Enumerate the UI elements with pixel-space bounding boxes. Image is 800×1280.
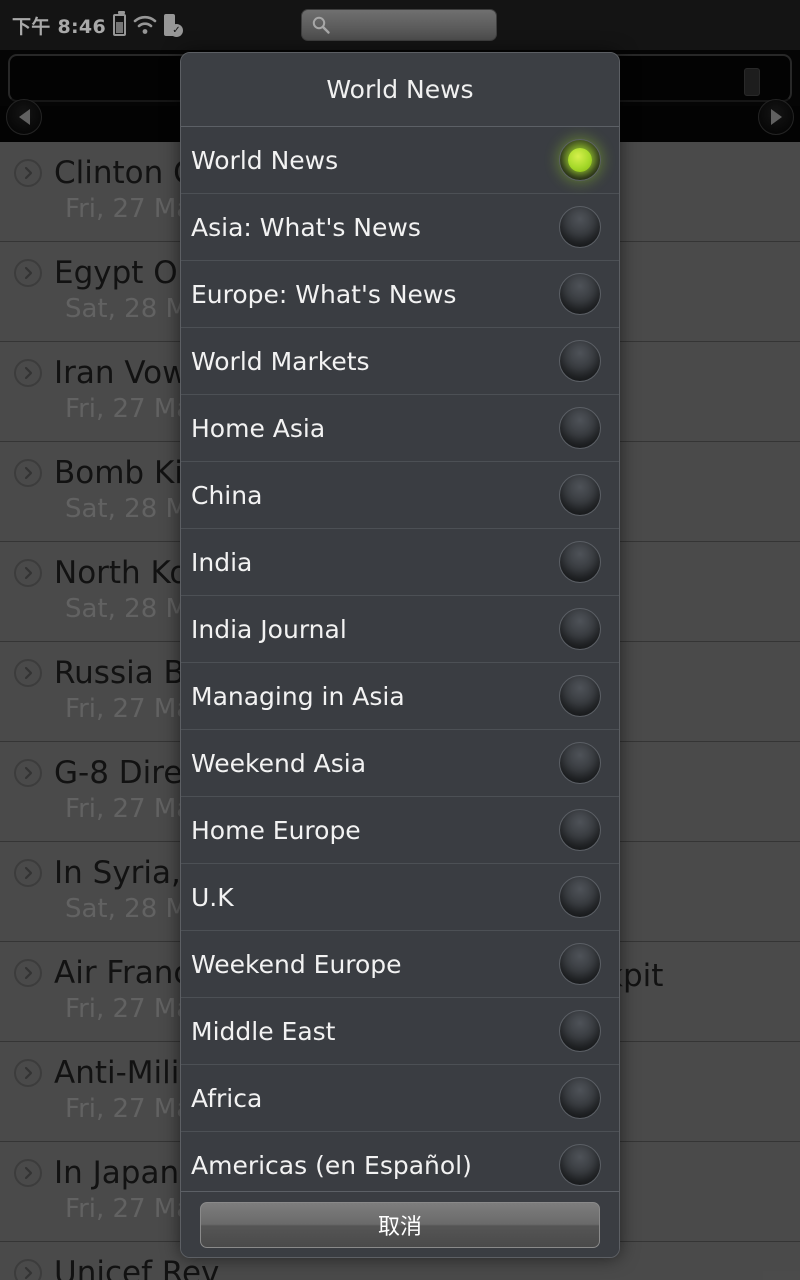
dialog-option-row[interactable]: Weekend Asia xyxy=(181,730,619,797)
dialog-option-row[interactable]: World News xyxy=(181,127,619,194)
dialog-option-row[interactable]: Asia: What's News xyxy=(181,194,619,261)
radio-button[interactable] xyxy=(559,943,601,985)
dialog-option-row[interactable]: Europe: What's News xyxy=(181,261,619,328)
radio-button[interactable] xyxy=(559,340,601,382)
radio-button[interactable] xyxy=(559,206,601,248)
dialog-option-row[interactable]: India Journal xyxy=(181,596,619,663)
dialog-title: World News xyxy=(181,53,619,127)
dialog-option-row[interactable]: China xyxy=(181,462,619,529)
radio-button[interactable] xyxy=(559,608,601,650)
radio-dot xyxy=(568,148,592,172)
cancel-button[interactable]: 取消 xyxy=(200,1201,600,1248)
dialog-option-row[interactable]: Americas (en Español) xyxy=(181,1132,619,1191)
screen-root: Clinton Ge Fri, 27 May 2 Egypt Ope Sat, 28 … xyxy=(0,0,800,1280)
dialog-option-label: Europe: What's News xyxy=(191,279,457,309)
dialog-option-row[interactable]: U.K xyxy=(181,864,619,931)
radio-button-selected[interactable] xyxy=(559,139,601,181)
radio-button[interactable] xyxy=(559,675,601,717)
dialog-option-list[interactable]: World News Asia: What's News Europe: What'… xyxy=(181,127,619,1191)
dialog-option-label: Middle East xyxy=(191,1016,336,1046)
dialog-option-label: World Markets xyxy=(191,346,370,376)
dialog-option-label: Home Europe xyxy=(191,815,361,845)
dialog-option-label: Home Asia xyxy=(191,413,326,443)
dialog-option-label: India xyxy=(191,547,253,577)
dialog-option-row[interactable]: Africa xyxy=(181,1065,619,1132)
dialog-option-label: Asia: What's News xyxy=(191,212,421,242)
dialog-option-label: Managing in Asia xyxy=(191,681,405,711)
radio-button[interactable] xyxy=(559,809,601,851)
radio-button[interactable] xyxy=(559,1010,601,1052)
dialog-option-row[interactable]: Home Asia xyxy=(181,395,619,462)
dialog-footer: 取消 xyxy=(181,1191,619,1257)
dialog-option-label: China xyxy=(191,480,263,510)
dialog-option-label: Weekend Asia xyxy=(191,748,367,778)
dialog-option-label: Americas (en Español) xyxy=(191,1150,472,1180)
dialog-option-label: World News xyxy=(191,145,339,175)
radio-button[interactable] xyxy=(559,474,601,516)
dialog-option-label: Weekend Europe xyxy=(191,949,402,979)
edition-picker-dialog: World News World News Asia: What's News Eu… xyxy=(180,52,620,1258)
dialog-option-label: U.K xyxy=(191,882,234,912)
dialog-option-row[interactable]: World Markets xyxy=(181,328,619,395)
radio-button[interactable] xyxy=(559,742,601,784)
radio-button[interactable] xyxy=(559,1144,601,1186)
dialog-option-row[interactable]: Home Europe xyxy=(181,797,619,864)
dialog-option-label: Africa xyxy=(191,1083,263,1113)
dialog-option-row[interactable]: Weekend Europe xyxy=(181,931,619,998)
dialog-option-row[interactable]: Middle East xyxy=(181,998,619,1065)
radio-button[interactable] xyxy=(559,1077,601,1119)
radio-button[interactable] xyxy=(559,273,601,315)
radio-button[interactable] xyxy=(559,407,601,449)
dialog-option-row[interactable]: Managing in Asia xyxy=(181,663,619,730)
radio-button[interactable] xyxy=(559,876,601,918)
dialog-option-row[interactable]: India xyxy=(181,529,619,596)
radio-button[interactable] xyxy=(559,541,601,583)
dialog-option-label: India Journal xyxy=(191,614,347,644)
